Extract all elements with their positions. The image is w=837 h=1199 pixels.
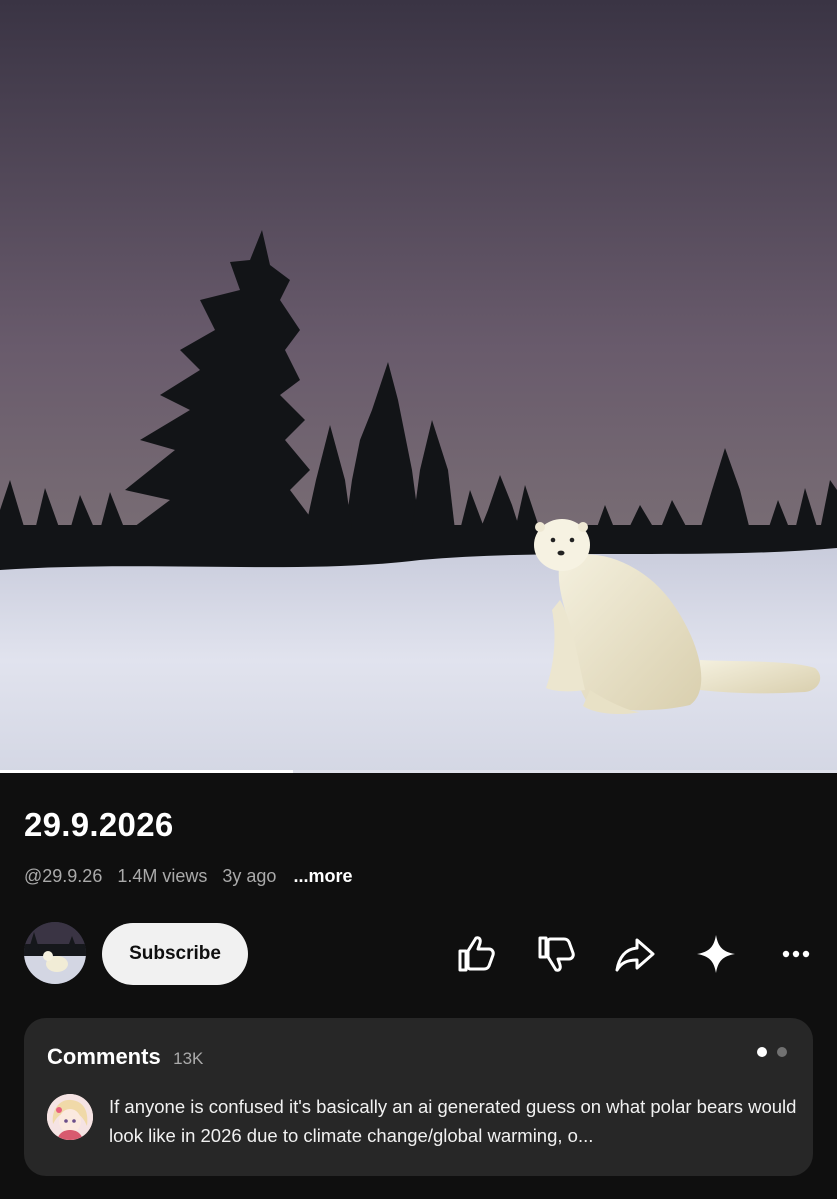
- carousel-dot: [777, 1047, 787, 1057]
- share-icon: [615, 938, 655, 972]
- ask-ai-button[interactable]: [693, 930, 739, 978]
- bottom-edge: [0, 1190, 837, 1199]
- more-link[interactable]: ...more: [293, 866, 352, 886]
- commenter-avatar[interactable]: [47, 1094, 93, 1140]
- video-player[interactable]: [0, 0, 837, 773]
- video-title: 29.9.2026: [24, 806, 174, 843]
- progress-fill: [0, 770, 293, 773]
- more-icon: [782, 950, 810, 958]
- comments-title: Comments: [47, 1044, 161, 1069]
- video-meta: @29.9.26 1.4M views 3y ago ...more: [24, 866, 362, 887]
- more-actions-button[interactable]: [773, 930, 819, 978]
- upload-age: 3y ago: [222, 866, 277, 886]
- progress-bar[interactable]: [0, 770, 837, 773]
- subscribe-button[interactable]: Subscribe: [102, 923, 248, 985]
- comments-header: Comments 13K: [47, 1044, 203, 1070]
- video-frame: [0, 0, 837, 773]
- dislike-icon: [538, 936, 575, 972]
- comments-card[interactable]: Comments 13K If anyone is confused it's …: [24, 1018, 813, 1176]
- carousel-dots: [751, 1044, 787, 1062]
- share-button[interactable]: [612, 930, 658, 978]
- view-count: 1.4M views: [117, 866, 208, 886]
- carousel-dot-active: [756, 1047, 767, 1057]
- channel-handle[interactable]: @29.9.26: [24, 866, 102, 886]
- top-comment-text: If anyone is confused it's basically an …: [109, 1096, 797, 1146]
- comments-count: 13K: [173, 1049, 204, 1068]
- like-button[interactable]: [453, 930, 499, 978]
- dislike-button[interactable]: [533, 930, 579, 978]
- channel-avatar[interactable]: [24, 922, 86, 984]
- like-icon: [458, 936, 495, 972]
- ai-sparkle-icon: [697, 935, 735, 973]
